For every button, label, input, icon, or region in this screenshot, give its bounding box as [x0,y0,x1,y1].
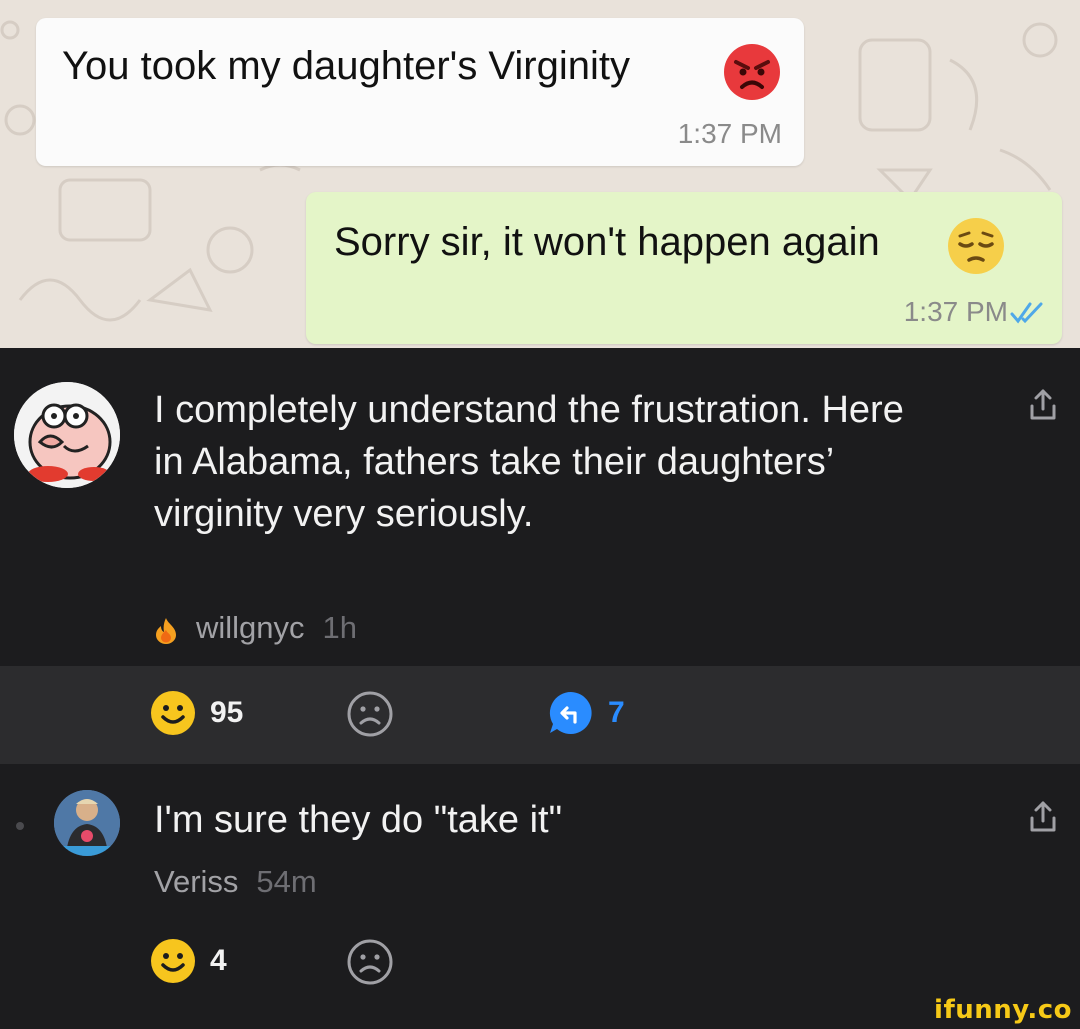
share-icon[interactable] [1028,388,1058,422]
reply-bubble-icon [549,691,592,734]
chat-screenshot: You took my daughter's Virginity 1:37 PM… [0,0,1080,348]
photo-avatar-image [54,790,120,856]
outgoing-message-text: Sorry sir, it won't happen again [334,220,880,264]
frown-icon [347,691,393,737]
comment-text: I completely understand the frustration.… [154,389,904,535]
smile-count: 95 [210,696,244,729]
share-icon[interactable] [1028,800,1058,834]
comment-item: I completely understand the frustration.… [0,348,1080,666]
reply-count: 7 [608,696,625,729]
outgoing-message-bubble[interactable]: Sorry sir, it won't happen again 1:37 PM [306,192,1062,344]
comment-age: 54m [256,864,317,899]
flame-icon [156,617,176,644]
replies-button[interactable]: 7 [548,690,625,736]
thread-indicator-dot [16,822,24,830]
smile-icon [151,691,195,735]
comment-text: I'm sure they do "take it" [154,799,563,841]
cartoon-avatar-image [14,382,120,488]
comment-action-bar: 95 7 [0,666,1080,764]
avatar[interactable] [54,790,120,856]
read-ticks-icon [1010,302,1043,324]
comment-author[interactable]: willgnyc [196,610,305,645]
avatar[interactable] [14,382,120,488]
comment-author[interactable]: Veriss [154,864,238,899]
angry-face-icon [724,44,780,100]
pensive-face-icon [948,218,1004,274]
outgoing-message-time: 1:37 PM [903,296,1008,327]
smile-button[interactable]: 95 [150,690,243,736]
comment-age: 1h [322,610,358,645]
ifunny-watermark: ifunny.co [934,995,1072,1025]
frown-icon [347,939,393,985]
smile-icon [151,939,195,983]
unsmile-button[interactable] [346,938,394,986]
comment-item: I'm sure they do "take it" Veriss 54m 4 [0,764,1080,1029]
comment-meta: Veriss 54m [154,864,317,900]
smile-button[interactable]: 4 [150,938,227,984]
incoming-message-time: 1:37 PM [677,118,782,149]
incoming-message-text: You took my daughter's Virginity [62,44,630,88]
comment-meta: willgnyc 1h [154,610,357,646]
unsmile-button[interactable] [346,690,394,738]
incoming-message-bubble[interactable]: You took my daughter's Virginity 1:37 PM [36,18,804,166]
smile-count: 4 [210,944,227,977]
